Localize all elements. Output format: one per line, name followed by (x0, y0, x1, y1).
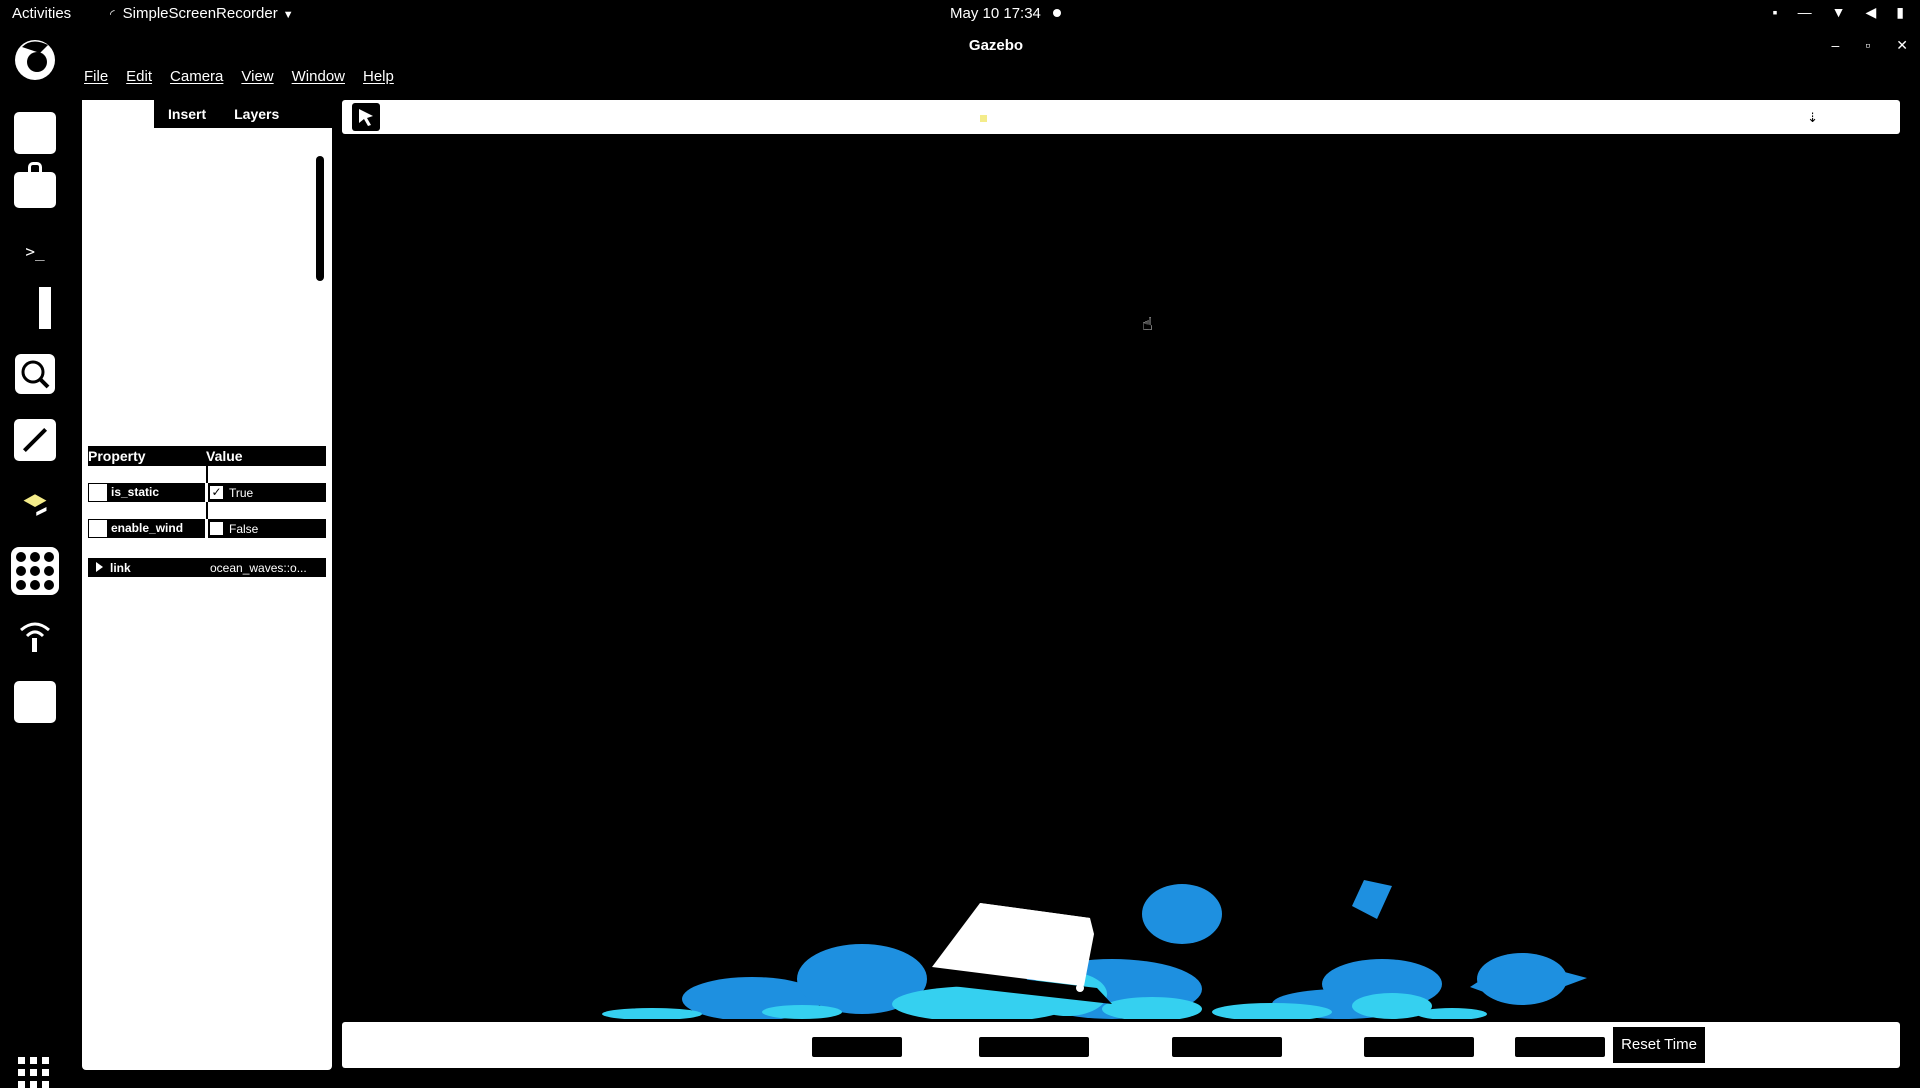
real-time-factor-field (812, 1037, 902, 1057)
menu-file[interactable]: File (84, 68, 108, 85)
wifi-icon[interactable]: ▼ (1832, 4, 1846, 21)
pencil-icon (14, 419, 56, 461)
dock-firefox[interactable] (11, 36, 59, 84)
files-icon (14, 112, 56, 154)
scene-toolbar: ⇣ (342, 100, 1900, 134)
platform-marker (1076, 984, 1084, 992)
dock-network[interactable] (11, 612, 59, 660)
expand-arrow-icon[interactable] (96, 562, 103, 572)
sim-time-field (979, 1037, 1089, 1057)
document-icon (39, 287, 51, 329)
dock-layers-app[interactable] (11, 483, 59, 531)
magnifier-icon (15, 354, 55, 394)
battery-icon[interactable]: ▮ (1896, 4, 1904, 21)
menu-window[interactable]: Window (292, 68, 345, 85)
header-value: Value (206, 448, 243, 464)
show-applications-button[interactable] (18, 1057, 49, 1088)
trash-icon (14, 681, 56, 723)
property-value: ocean_waves::o... (210, 561, 307, 575)
software-bag-icon (14, 162, 56, 208)
hand-cursor-icon: ☝ (1142, 314, 1153, 334)
maximize-button[interactable]: ▫ (1865, 37, 1870, 54)
property-name: is_static (111, 485, 160, 499)
property-row-link[interactable]: link ocean_waves::o... (88, 558, 326, 577)
app-menu-label: SimpleScreenRecorder (122, 5, 278, 22)
arrow-cursor-icon (359, 109, 373, 126)
menu-edit[interactable]: Edit (126, 68, 152, 85)
chevron-down-icon: ▼ (282, 9, 294, 21)
property-name: enable_wind (111, 521, 184, 535)
reset-time-button[interactable]: Reset Time (1613, 1027, 1705, 1063)
panel-tabs: Insert Layers (154, 100, 332, 128)
iterations-field (1364, 1037, 1474, 1057)
app-menu[interactable]: ◜ SimpleScreenRecorder ▼ (110, 5, 294, 22)
select-mode-button[interactable] (352, 103, 380, 131)
window-controls: – ▫ ✕ (1832, 37, 1909, 54)
signal-icon (20, 622, 50, 652)
dock-search[interactable] (11, 350, 59, 398)
tab-world[interactable] (82, 100, 154, 128)
menu-view[interactable]: View (241, 68, 273, 85)
spinner-icon: ◜ (110, 7, 115, 21)
property-value: True (229, 486, 254, 500)
tab-insert[interactable]: Insert (154, 100, 220, 128)
header-property: Property (88, 448, 146, 464)
clock[interactable]: May 10 17:34 (950, 5, 1041, 22)
ocean-scene (602, 880, 1587, 1019)
close-button[interactable]: ✕ (1896, 37, 1908, 54)
system-tray[interactable]: ▪ — ▼ ◀ ▮ (1773, 4, 1904, 21)
property-row-is-static[interactable]: is_static ✓ True (88, 483, 326, 502)
real-time-field (1172, 1037, 1282, 1057)
light-tool-icon[interactable] (980, 115, 987, 122)
dock-terminal[interactable]: >_ (11, 227, 59, 275)
property-name: link (110, 561, 131, 575)
left-panel: Insert Layers Property Value is_static ✓… (82, 100, 332, 1070)
menu-help[interactable]: Help (363, 68, 394, 85)
dock-files[interactable] (11, 109, 59, 157)
scene-viewport[interactable]: ☝ (342, 134, 1900, 1019)
notification-dot (1053, 9, 1061, 17)
recorder-indicator-icon[interactable]: ▪ (1773, 4, 1778, 21)
terminal-icon: >_ (25, 241, 45, 261)
time-panel: Reset Time (342, 1022, 1900, 1068)
enable-wind-checkbox[interactable] (210, 522, 223, 535)
stack-icon (23, 494, 47, 516)
window-title: Gazebo (968, 37, 1024, 54)
dock: >_ (0, 27, 72, 1088)
menu-camera[interactable]: Camera (170, 68, 223, 85)
property-table: Property Value is_static ✓ True enable_w… (88, 446, 326, 577)
activities-button[interactable]: Activities (12, 5, 71, 22)
property-row-enable-wind[interactable]: enable_wind False (88, 519, 326, 538)
fps-field (1515, 1037, 1605, 1057)
firefox-icon (15, 40, 55, 80)
is-static-checkbox[interactable]: ✓ (210, 486, 223, 499)
tab-layers[interactable]: Layers (220, 100, 293, 128)
menu-bar: File Edit Camera View Window Help (84, 68, 394, 85)
screenshot-icon[interactable]: ⇣ (1807, 110, 1818, 126)
dots-grid-icon (11, 547, 59, 595)
system-top-bar: Activities ◜ SimpleScreenRecorder ▼ May 10… (0, 0, 1920, 27)
minimize-button[interactable]: – (1832, 37, 1840, 54)
dock-software[interactable] (11, 162, 59, 211)
property-header: Property Value (88, 446, 326, 466)
scrollbar[interactable] (316, 156, 324, 281)
dock-trash[interactable] (11, 678, 59, 726)
dock-app-grid[interactable] (11, 547, 59, 595)
dock-document-viewer[interactable] (11, 284, 59, 332)
dock-text-editor[interactable] (11, 416, 59, 464)
volume-icon[interactable]: ◀ (1866, 4, 1877, 21)
minimize-indicator-icon[interactable]: — (1798, 4, 1812, 21)
property-value: False (229, 522, 259, 536)
